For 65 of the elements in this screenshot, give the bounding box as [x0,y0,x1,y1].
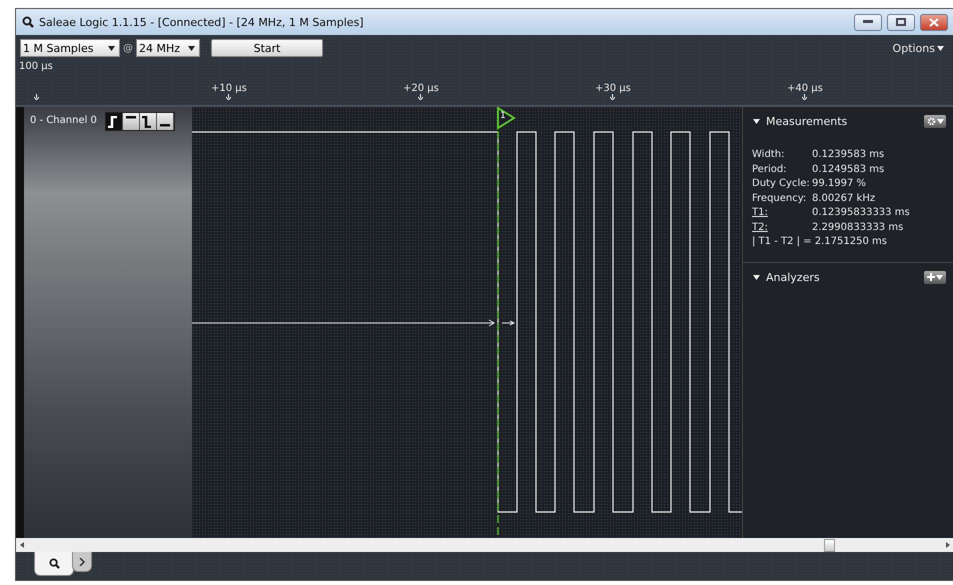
options-button[interactable]: Options [886,42,950,54]
tick-arrow-icon [226,94,231,100]
measurement-value: 0.1249583 ms [812,162,886,176]
high-edge-icon [126,116,136,119]
measurement-value: 99.1997 % [812,177,868,191]
time-tick-label: +10 µs [211,83,247,94]
channel-name: 0 - Channel 0 [30,115,97,126]
tick-arrow-icon [802,94,807,100]
window-title: Saleae Logic 1.1.15 - [Connected] - [24 MHz, 1 M Samples] [39,16,365,28]
measurement-value: 8.00267 kHz [812,192,876,206]
time-span-label: 100 µs [19,61,53,72]
measurement-label: Width: [752,148,786,162]
measurement-value: 2.2990833333 ms [812,220,904,234]
panel-title: Analyzers [766,270,821,284]
measurement-text: | T1 - T2 | = 2.1751250 ms [752,235,888,249]
time-tick-label: +20 µs [403,83,439,94]
low-edge-icon [160,124,170,127]
trigger-button[interactable] [122,113,140,130]
gear-icon [926,117,936,126]
horizontal-scrollbar[interactable] [16,538,953,552]
bottom-tab[interactable] [34,552,74,576]
scroll-thumb[interactable] [824,539,835,552]
bottom-tab[interactable] [72,552,92,572]
add-button[interactable] [924,270,946,284]
measurement-label: T1: [752,206,769,220]
measurement-label: Period: [752,162,788,176]
tick-arrow-icon [34,94,39,100]
maximize-icon [896,18,906,26]
minimize-button[interactable] [854,14,882,30]
trigger-button[interactable] [156,113,174,130]
time-tick-label: +30 µs [595,83,631,94]
tick-arrow-icon [610,94,615,100]
trigger-button[interactable] [140,113,157,130]
chevron-right-icon [79,558,85,566]
rate-dropdown[interactable]: 24 MHz [136,39,200,57]
trigger-button[interactable] [106,113,123,130]
time-tick-label: +40 µs [787,83,823,94]
tick-arrow-icon [418,94,423,100]
caret-icon [937,44,944,52]
scroll-left-icon [20,542,24,548]
scroll-right-icon [946,542,950,548]
close-button[interactable] [920,14,948,30]
minimize-icon [863,20,873,24]
start-button[interactable]: Start [211,39,324,57]
caret-icon [188,44,196,52]
close-icon [929,18,939,26]
measurement-value: 0.1239583 ms [812,148,886,162]
samples-dropdown[interactable]: 1 M Samples [20,39,120,57]
measurement-label: T2: [752,220,769,234]
plus-icon [927,273,935,281]
search-icon [22,16,34,28]
falling-edge-icon [142,116,154,128]
measurement-label: Duty Cycle: [752,177,811,191]
search-icon [48,558,60,569]
at-sign: @ [123,42,133,54]
panel-title: Measurements [766,115,848,128]
measurement-label: Frequency: [752,192,808,206]
caret-icon [936,274,943,280]
rising-edge-icon [108,116,120,128]
maximize-button[interactable] [887,14,915,30]
measurement-value: 0.12395833333 ms [812,206,911,220]
settings-button[interactable] [924,115,946,128]
marker-label: 1 [500,111,506,121]
caret-icon [108,44,115,52]
caret-icon [936,118,944,125]
